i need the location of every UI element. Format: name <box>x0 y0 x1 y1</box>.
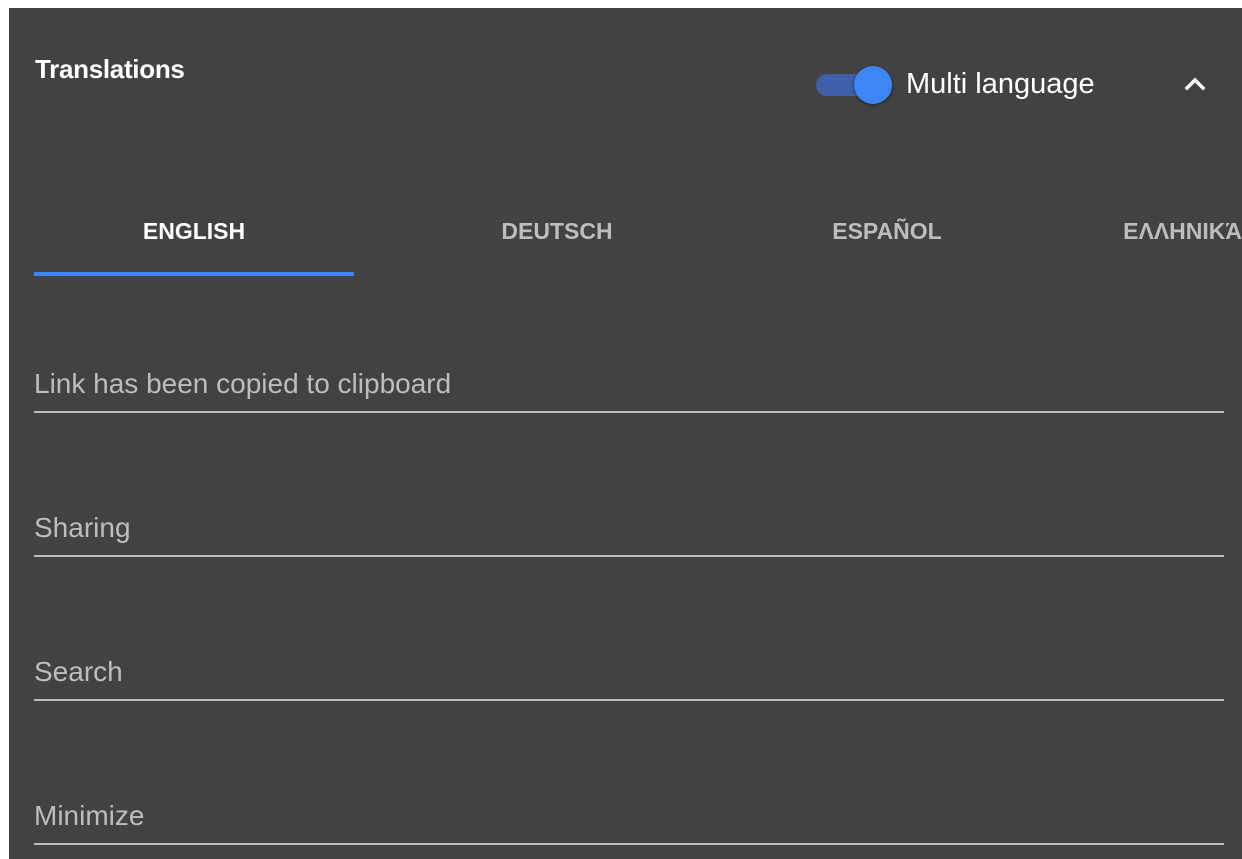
translation-field-link-copied <box>34 359 1224 413</box>
translation-field-minimize <box>34 791 1224 845</box>
multi-language-label: Multi language <box>906 68 1095 100</box>
tab-ellinika[interactable]: ΕΛΛΗΝΙΚΆ <box>1074 186 1242 276</box>
sharing-input[interactable] <box>34 503 1224 553</box>
translation-field-sharing <box>34 503 1224 557</box>
translations-panel: Translations Multi language ENGLISH DEUT… <box>9 8 1242 859</box>
tab-english[interactable]: ENGLISH <box>34 186 354 276</box>
active-tab-indicator <box>34 272 354 276</box>
language-tabs: ENGLISH DEUTSCH ESPAÑOL ΕΛΛΗΝΙΚΆ <box>34 186 1242 276</box>
minimize-input[interactable] <box>34 791 1224 841</box>
chevron-up-icon[interactable] <box>1175 64 1215 104</box>
tab-deutsch[interactable]: DEUTSCH <box>397 186 717 276</box>
toggle-thumb <box>854 66 892 104</box>
tab-espanol[interactable]: ESPAÑOL <box>727 186 1047 276</box>
translation-field-search <box>34 647 1224 701</box>
search-input[interactable] <box>34 647 1224 697</box>
link-copied-input[interactable] <box>34 359 1224 409</box>
panel-title: Translations <box>35 54 185 84</box>
multi-language-toggle[interactable] <box>814 64 892 104</box>
